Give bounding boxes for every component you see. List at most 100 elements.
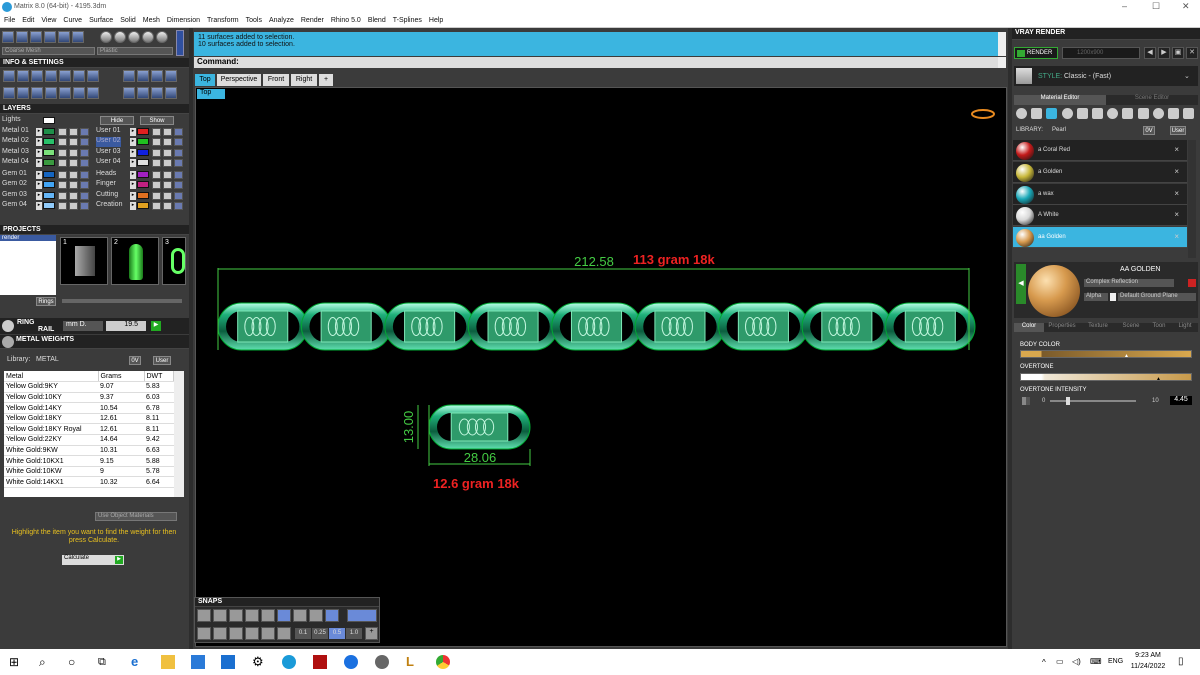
tab-color[interactable]: Color xyxy=(1014,323,1044,332)
project-item[interactable]: render xyxy=(0,235,56,241)
layer-label[interactable]: Gem 02 xyxy=(2,180,27,190)
layer-label[interactable]: User 02 xyxy=(96,137,121,148)
menu-curve[interactable]: Curve xyxy=(59,14,85,24)
matrix-icon[interactable]: L xyxy=(406,655,420,669)
show-button[interactable]: Show xyxy=(140,116,174,125)
layer-color-swatch[interactable] xyxy=(43,191,55,199)
lock-icon[interactable] xyxy=(152,201,161,210)
tool-icon[interactable] xyxy=(123,87,135,99)
minimize-button[interactable]: – xyxy=(1122,1,1127,11)
layer-expand-icon[interactable]: ▸ xyxy=(36,191,42,200)
prev-icon[interactable]: ◀ xyxy=(1144,47,1156,59)
project-thumb-1[interactable]: 1 xyxy=(60,237,108,285)
grid-icon[interactable] xyxy=(87,87,99,99)
lock-icon[interactable] xyxy=(58,191,67,200)
table-row[interactable]: White Gold:9KW 10.31 6.63 xyxy=(4,445,174,457)
snap-tool-icon[interactable] xyxy=(245,627,259,640)
layer-expand-icon[interactable]: ▸ xyxy=(36,128,42,136)
viewport-top[interactable]: Top 212.58 113 gram 18k 13.00 28.06 12.6… xyxy=(195,87,1007,647)
select-icon[interactable] xyxy=(80,171,89,179)
layer-expand-icon[interactable]: ▸ xyxy=(130,128,136,136)
layers-icon[interactable] xyxy=(1122,108,1134,119)
table-scrollbar[interactable] xyxy=(174,371,184,497)
material-item[interactable]: a wax × xyxy=(1013,183,1187,205)
material-item[interactable]: a Coral Red × xyxy=(1013,140,1187,161)
tray-chevron-icon[interactable]: ^ xyxy=(1042,658,1046,667)
snap-increment-button[interactable]: 0.25 xyxy=(312,628,328,639)
history-scrollbar[interactable] xyxy=(998,32,1006,56)
layer-expand-icon[interactable]: ▸ xyxy=(130,191,136,200)
add-snap-icon[interactable]: + xyxy=(365,627,378,640)
render-button[interactable]: RENDER xyxy=(1014,47,1058,59)
cortana-icon[interactable]: ○ xyxy=(68,655,82,669)
metal-flag-button[interactable]: 0V xyxy=(129,356,141,365)
pencil-icon[interactable] xyxy=(73,70,85,82)
visibility-icon[interactable] xyxy=(69,171,78,179)
lock-icon[interactable] xyxy=(152,181,161,190)
command-line[interactable]: Command: xyxy=(194,57,1006,68)
snap-increment-button[interactable]: 0.5 xyxy=(329,628,345,639)
shaded-sphere-icon[interactable] xyxy=(100,31,112,43)
volume-icon[interactable]: ◁) xyxy=(1072,657,1081,666)
layer-expand-icon[interactable]: ▸ xyxy=(130,181,136,190)
snap-tool-icon[interactable] xyxy=(197,627,211,640)
table-row[interactable]: Yellow Gold:18KY 12.61 8.11 xyxy=(4,413,174,425)
select-icon[interactable] xyxy=(174,158,183,167)
shaded-sphere-icon[interactable] xyxy=(156,31,168,43)
half-icon[interactable] xyxy=(1107,108,1119,119)
snap-increment-button[interactable]: 0.1 xyxy=(295,628,311,639)
overtone-slider[interactable]: ▲ xyxy=(1020,373,1192,382)
layer-color-swatch[interactable] xyxy=(43,171,55,178)
material-flag-button[interactable]: 0V xyxy=(1143,126,1155,135)
layer-expand-icon[interactable]: ▸ xyxy=(130,171,136,179)
texture-icon[interactable] xyxy=(1061,108,1073,119)
select-icon[interactable] xyxy=(80,138,89,147)
menu-blend[interactable]: Blend xyxy=(364,14,389,24)
menu-solid[interactable]: Solid xyxy=(116,14,139,24)
menu-edit[interactable]: Edit xyxy=(18,14,37,24)
select-icon[interactable] xyxy=(174,148,183,157)
material-user-button[interactable]: User xyxy=(1170,126,1186,135)
alpha-checkbox[interactable] xyxy=(1110,293,1116,301)
panel-toggle-button[interactable] xyxy=(176,30,184,56)
visibility-icon[interactable] xyxy=(163,138,172,147)
table-row[interactable]: White Gold:10KW 9 5.78 xyxy=(4,466,174,478)
layer-label[interactable]: Gem 04 xyxy=(2,201,27,211)
intensity-slider[interactable] xyxy=(1050,400,1136,402)
tool-icon[interactable] xyxy=(123,70,135,82)
box-icon[interactable] xyxy=(45,87,57,99)
layer-color-swatch[interactable] xyxy=(43,128,55,135)
end-snap-icon[interactable] xyxy=(197,609,211,622)
tool-icon[interactable] xyxy=(137,70,149,82)
layer-label[interactable]: User 01 xyxy=(96,127,121,137)
material-item[interactable]: aa Golden × xyxy=(1013,227,1187,249)
windows-start-icon[interactable]: ⊞ xyxy=(9,655,23,669)
hide-button[interactable]: Hide xyxy=(100,116,134,125)
layer-color-swatch[interactable] xyxy=(43,138,55,146)
bulb-icon[interactable] xyxy=(1183,108,1195,119)
tab-right[interactable]: Right xyxy=(291,74,317,86)
visibility-icon[interactable] xyxy=(69,201,78,210)
shaded-sphere-icon[interactable] xyxy=(114,31,126,43)
layer-expand-icon[interactable]: ▸ xyxy=(130,158,136,167)
layer-color-swatch[interactable] xyxy=(137,191,149,199)
lock-icon[interactable] xyxy=(58,181,67,190)
rings-button[interactable]: Rings xyxy=(36,297,56,306)
layer-color-swatch[interactable] xyxy=(137,158,149,166)
visibility-icon[interactable] xyxy=(69,158,78,167)
layer-label[interactable]: Gem 01 xyxy=(2,170,27,180)
visibility-icon[interactable] xyxy=(69,128,78,136)
add-tab-button[interactable]: + xyxy=(319,74,333,86)
hatch-icon[interactable] xyxy=(1076,108,1088,119)
select-icon[interactable] xyxy=(80,158,89,167)
perp-snap-icon[interactable] xyxy=(293,609,307,622)
filter-icon[interactable] xyxy=(73,87,85,99)
mail-icon[interactable] xyxy=(221,655,235,669)
sphere-icon[interactable] xyxy=(72,31,84,43)
layer-expand-icon[interactable]: ▸ xyxy=(36,171,42,179)
menu-mesh[interactable]: Mesh xyxy=(139,14,163,24)
menu-tools[interactable]: Tools xyxy=(242,14,265,24)
close-button[interactable]: ✕ xyxy=(1182,1,1190,12)
ground-plane-select[interactable]: Default Ground Plane xyxy=(1118,293,1196,301)
camera-icon[interactable]: ▣ xyxy=(1172,47,1184,59)
